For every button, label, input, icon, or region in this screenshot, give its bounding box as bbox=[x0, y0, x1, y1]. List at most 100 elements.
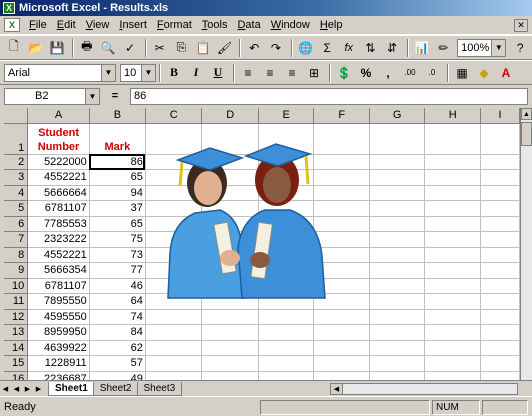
menu-window[interactable]: Window bbox=[266, 19, 315, 31]
cell[interactable] bbox=[480, 123, 520, 155]
cell[interactable] bbox=[369, 355, 426, 372]
menu-help[interactable]: Help bbox=[315, 19, 348, 31]
print-icon[interactable]: 🖶 bbox=[77, 38, 97, 58]
cell[interactable] bbox=[313, 371, 370, 380]
cell-b1[interactable]: Mark bbox=[89, 123, 146, 155]
cell[interactable] bbox=[369, 231, 426, 248]
column-header[interactable]: I bbox=[480, 108, 520, 124]
help-icon[interactable]: ? bbox=[510, 38, 530, 58]
mark-cell[interactable]: 49 bbox=[89, 371, 146, 380]
cell[interactable] bbox=[313, 309, 370, 325]
save-icon[interactable]: 💾 bbox=[47, 38, 67, 58]
cell[interactable] bbox=[424, 293, 481, 310]
borders-icon[interactable]: ▦ bbox=[452, 63, 472, 83]
column-header[interactable]: F bbox=[313, 108, 370, 124]
mark-cell[interactable]: 37 bbox=[89, 200, 146, 217]
student-number-cell[interactable]: 5666354 bbox=[27, 262, 90, 279]
row-header[interactable]: 6 bbox=[4, 216, 29, 232]
sort-ascending-icon[interactable]: ⇅ bbox=[361, 38, 381, 58]
cell[interactable] bbox=[480, 247, 520, 263]
column-header[interactable]: H bbox=[424, 108, 481, 124]
row-header[interactable]: 12 bbox=[4, 309, 29, 325]
cell[interactable] bbox=[424, 355, 481, 372]
function-icon[interactable]: fx bbox=[339, 38, 359, 58]
cell[interactable] bbox=[424, 262, 481, 279]
cell[interactable] bbox=[369, 324, 426, 341]
mark-cell[interactable]: 64 bbox=[89, 293, 146, 310]
cell[interactable] bbox=[369, 216, 426, 232]
sort-descending-icon[interactable]: ⇵ bbox=[382, 38, 402, 58]
student-number-cell[interactable]: 6781107 bbox=[27, 278, 90, 294]
cell[interactable] bbox=[369, 340, 426, 356]
mark-cell[interactable]: 65 bbox=[89, 216, 146, 232]
zoom-select[interactable]: 100% ▼ bbox=[457, 38, 507, 57]
row-header[interactable]: 2 bbox=[4, 154, 29, 170]
cell[interactable] bbox=[480, 216, 520, 232]
row-header[interactable]: 14 bbox=[4, 340, 29, 356]
font-select[interactable]: Arial ▼ bbox=[4, 63, 116, 82]
menu-view[interactable]: View bbox=[81, 19, 115, 31]
new-icon[interactable]: 🗋 bbox=[4, 38, 24, 58]
active-cell[interactable]: 86 bbox=[89, 154, 146, 170]
menu-tools[interactable]: Tools bbox=[197, 19, 233, 31]
mark-cell[interactable]: 77 bbox=[89, 262, 146, 279]
align-center-icon[interactable]: ≡ bbox=[260, 63, 280, 83]
cell[interactable] bbox=[145, 309, 203, 325]
row-header[interactable]: 11 bbox=[4, 293, 29, 310]
cell[interactable] bbox=[369, 200, 426, 217]
formula-input[interactable]: 86 bbox=[130, 87, 528, 105]
cell[interactable] bbox=[424, 309, 481, 325]
merge-center-icon[interactable]: ⊞ bbox=[304, 63, 324, 83]
student-number-cell[interactable]: 6781107 bbox=[27, 200, 90, 217]
cell[interactable] bbox=[369, 185, 426, 201]
undo-icon[interactable]: ↶ bbox=[244, 38, 264, 58]
cell[interactable] bbox=[480, 262, 520, 279]
cell[interactable] bbox=[313, 355, 370, 372]
row-header[interactable]: 3 bbox=[4, 169, 29, 186]
cell-a1[interactable]: Student Number bbox=[27, 123, 90, 155]
cell[interactable] bbox=[145, 371, 203, 380]
scroll-thumb[interactable] bbox=[521, 122, 532, 146]
menu-format[interactable]: Format bbox=[152, 19, 197, 31]
chevron-down-icon[interactable]: ▼ bbox=[141, 64, 155, 81]
student-number-cell[interactable]: 2236687 bbox=[27, 371, 90, 380]
tab-sheet2[interactable]: Sheet2 bbox=[92, 381, 139, 396]
cell[interactable] bbox=[201, 309, 259, 325]
spelling-icon[interactable]: ✓ bbox=[120, 38, 140, 58]
cell[interactable] bbox=[424, 185, 481, 201]
student-number-cell[interactable]: 1228911 bbox=[27, 355, 90, 372]
cell[interactable] bbox=[424, 216, 481, 232]
row-header[interactable]: 15 bbox=[4, 355, 29, 372]
row-header[interactable]: 4 bbox=[4, 185, 29, 201]
name-box[interactable]: B2 ▼ bbox=[4, 87, 100, 105]
open-icon[interactable]: 📂 bbox=[26, 38, 46, 58]
cell[interactable] bbox=[201, 340, 259, 356]
student-number-cell[interactable]: 7895550 bbox=[27, 293, 90, 310]
fill-color-icon[interactable]: ◆ bbox=[474, 63, 494, 83]
chevron-down-icon[interactable]: ▼ bbox=[85, 88, 99, 104]
font-color-icon[interactable]: A bbox=[496, 63, 516, 83]
cell[interactable] bbox=[424, 169, 481, 186]
percent-icon[interactable]: % bbox=[356, 63, 376, 83]
font-size-select[interactable]: 10 ▼ bbox=[120, 63, 156, 82]
student-number-cell[interactable]: 7785553 bbox=[27, 216, 90, 232]
cell[interactable] bbox=[480, 278, 520, 294]
align-right-icon[interactable]: ≡ bbox=[282, 63, 302, 83]
cell[interactable] bbox=[480, 340, 520, 356]
cut-icon[interactable]: ✂ bbox=[150, 38, 170, 58]
cell[interactable] bbox=[424, 154, 481, 170]
cell[interactable] bbox=[480, 293, 520, 310]
mark-cell[interactable]: 46 bbox=[89, 278, 146, 294]
cell[interactable] bbox=[480, 355, 520, 372]
scroll-up-icon[interactable]: ▲ bbox=[521, 108, 532, 120]
chevron-down-icon[interactable]: ▼ bbox=[101, 64, 115, 81]
cell[interactable] bbox=[258, 309, 315, 325]
cell[interactable] bbox=[480, 200, 520, 217]
cell[interactable] bbox=[480, 185, 520, 201]
tab-sheet3[interactable]: Sheet3 bbox=[136, 381, 183, 396]
student-number-cell[interactable]: 4639922 bbox=[27, 340, 90, 356]
select-all-corner[interactable] bbox=[4, 108, 29, 124]
mark-cell[interactable]: 65 bbox=[89, 169, 146, 186]
currency-icon[interactable]: 💲 bbox=[334, 63, 354, 83]
cell[interactable] bbox=[424, 340, 481, 356]
